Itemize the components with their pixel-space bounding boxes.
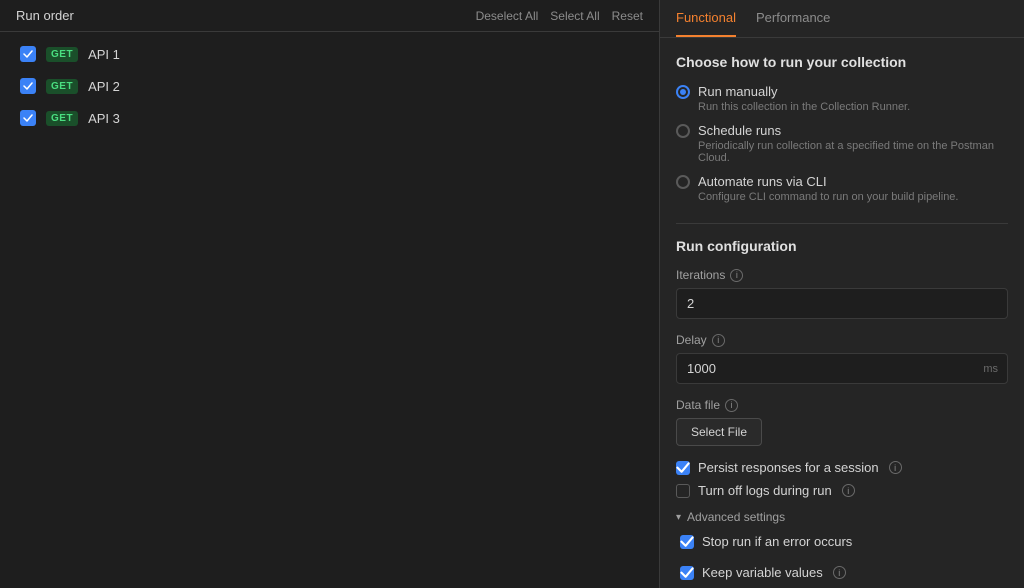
delay-info-icon[interactable]: i	[712, 334, 725, 347]
iterations-input[interactable]	[676, 288, 1008, 319]
data-file-group: Data file i Select File	[676, 398, 1008, 446]
radio-desc-cli: Configure CLI command to run on your bui…	[698, 191, 1008, 203]
delay-group: Delay i ms	[676, 333, 1008, 384]
delay-suffix: ms	[983, 363, 998, 375]
delay-input[interactable]	[676, 353, 1008, 384]
keep-var-label: Keep variable values	[702, 565, 823, 580]
method-badge-3: GET	[46, 111, 78, 126]
run-order-title: Run order	[16, 8, 74, 23]
api-checkbox-2[interactable]	[20, 78, 36, 94]
radio-desc-manually: Run this collection in the Collection Ru…	[698, 101, 1008, 113]
stop-error-label: Stop run if an error occurs	[702, 534, 852, 549]
delay-label: Delay i	[676, 333, 1008, 347]
persist-row: Persist responses for a session i	[676, 460, 1008, 475]
iterations-label: Iterations i	[676, 268, 1008, 282]
turnoff-label: Turn off logs during run	[698, 483, 832, 498]
api-item-1: GET API 1	[16, 40, 643, 68]
radio-desc-schedule: Periodically run collection at a specifi…	[698, 140, 1008, 164]
delay-input-wrapper: ms	[676, 353, 1008, 384]
radio-cli[interactable]	[676, 175, 690, 189]
header-actions: Deselect All Select All Reset	[476, 9, 643, 23]
stop-error-checkbox[interactable]	[680, 535, 694, 549]
keep-var-info-icon[interactable]: i	[833, 566, 846, 579]
left-panel: Run order Deselect All Select All Reset …	[0, 0, 660, 588]
radio-item-manually: Run manually Run this collection in the C…	[676, 84, 1008, 113]
tabs-bar: Functional Performance	[660, 0, 1024, 38]
radio-manually[interactable]	[676, 85, 690, 99]
iterations-group: Iterations i	[676, 268, 1008, 319]
turnoff-checkbox[interactable]	[676, 484, 690, 498]
api-name-2: API 2	[88, 79, 120, 94]
advanced-content: Stop run if an error occurs Keep variabl…	[676, 534, 1008, 588]
api-checkbox-3[interactable]	[20, 110, 36, 126]
radio-label-cli: Automate runs via CLI	[698, 174, 827, 189]
data-file-label: Data file i	[676, 398, 1008, 412]
radio-group: Run manually Run this collection in the C…	[676, 84, 1008, 203]
divider	[676, 223, 1008, 224]
keep-var-checkbox[interactable]	[680, 566, 694, 580]
iterations-info-icon[interactable]: i	[730, 269, 743, 282]
api-name-1: API 1	[88, 47, 120, 62]
persist-checkbox[interactable]	[676, 461, 690, 475]
deselect-all-btn[interactable]: Deselect All	[476, 9, 539, 23]
api-checkbox-1[interactable]	[20, 46, 36, 62]
radio-schedule[interactable]	[676, 124, 690, 138]
keep-var-row: Keep variable values i	[680, 565, 1008, 580]
radio-item-schedule: Schedule runs Periodically run collection…	[676, 123, 1008, 164]
tab-functional[interactable]: Functional	[676, 0, 736, 37]
radio-item-cli: Automate runs via CLI Configure CLI comma…	[676, 174, 1008, 203]
stop-error-row: Stop run if an error occurs	[680, 534, 1008, 549]
api-item-3: GET API 3	[16, 104, 643, 132]
api-list: GET API 1 GET API 2 GET API 3	[0, 32, 659, 140]
right-panel: Functional Performance Choose how to run…	[660, 0, 1024, 588]
api-item-2: GET API 2	[16, 72, 643, 100]
select-file-btn[interactable]: Select File	[676, 418, 762, 446]
select-all-btn[interactable]: Select All	[550, 9, 599, 23]
left-header: Run order Deselect All Select All Reset	[0, 0, 659, 32]
method-badge-2: GET	[46, 79, 78, 94]
choose-title: Choose how to run your collection	[676, 54, 1008, 70]
radio-label-schedule: Schedule runs	[698, 123, 781, 138]
reset-btn[interactable]: Reset	[612, 9, 643, 23]
data-file-info-icon[interactable]: i	[725, 399, 738, 412]
persist-info-icon[interactable]: i	[889, 461, 902, 474]
tab-performance[interactable]: Performance	[756, 0, 830, 37]
radio-label-manually: Run manually	[698, 84, 778, 99]
api-name-3: API 3	[88, 111, 120, 126]
turnoff-row: Turn off logs during run i	[676, 483, 1008, 498]
panel-content: Choose how to run your collection Run ma…	[660, 38, 1024, 588]
chevron-down-icon: ▾	[676, 512, 681, 523]
method-badge-1: GET	[46, 47, 78, 62]
turnoff-info-icon[interactable]: i	[842, 484, 855, 497]
run-config-title: Run configuration	[676, 238, 1008, 254]
persist-label: Persist responses for a session	[698, 460, 879, 475]
advanced-settings: ▾ Advanced settings Stop run if an error…	[676, 510, 1008, 588]
advanced-toggle[interactable]: ▾ Advanced settings	[676, 510, 1008, 524]
